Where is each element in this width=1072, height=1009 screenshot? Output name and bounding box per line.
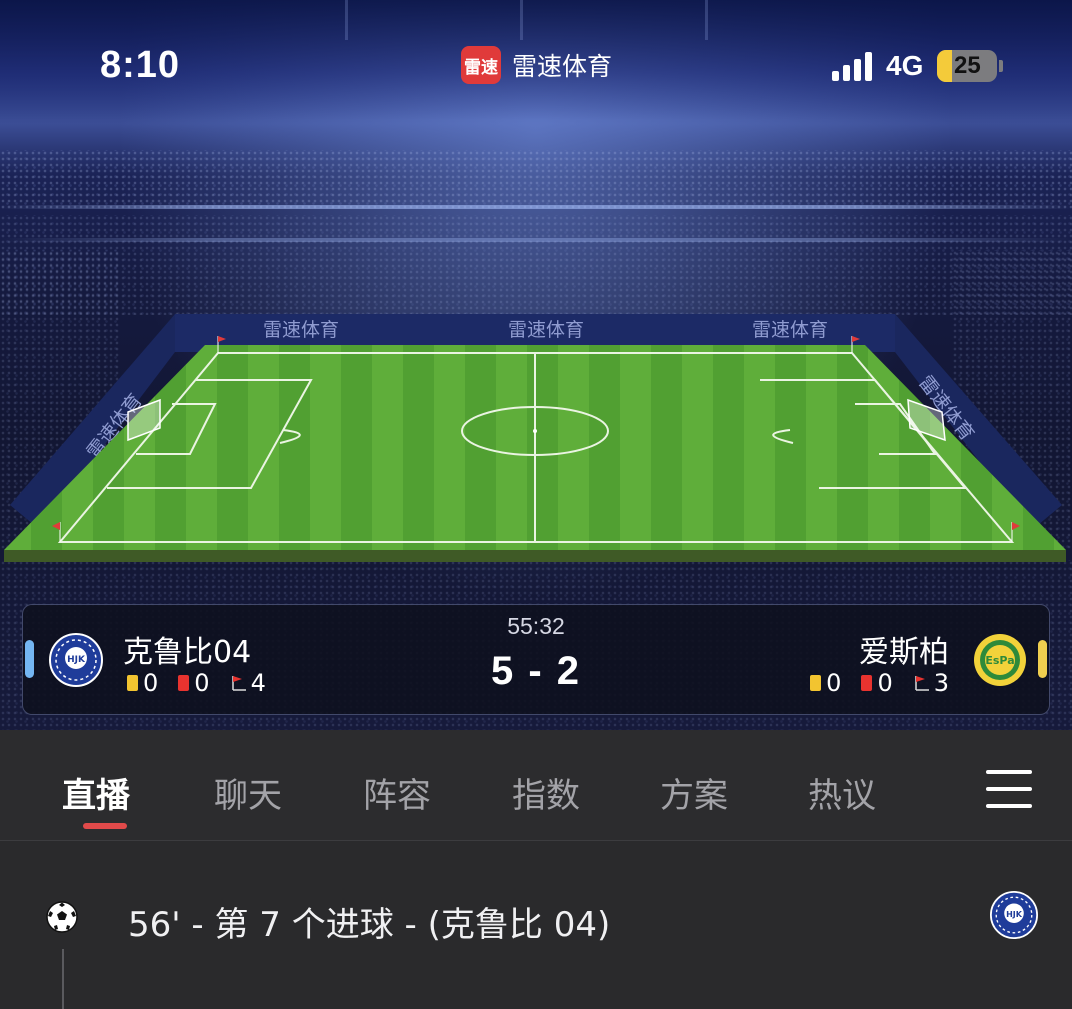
event-text: 56' - 第 7 个进球 - (克鲁比 04) (128, 905, 611, 945)
battery-tip (999, 60, 1004, 72)
tier-light (0, 238, 1072, 242)
board-text: 雷速体育 (263, 319, 339, 341)
away-color-bar (1038, 640, 1047, 678)
roof-beam (345, 0, 348, 40)
red-card-icon (861, 675, 873, 691)
live-feed: 56' - 第 7 个进球 - (克鲁比 04) HJK (0, 841, 1072, 1009)
tab-lineup[interactable]: 阵容 (363, 768, 431, 817)
away-red-cards: 0 (877, 669, 893, 697)
soccer-ball-icon (46, 901, 78, 933)
scoreboard: HJK 克鲁比04 0 0 4 55:32 5 - 2 爱斯柏 0 0 3 Es… (22, 604, 1050, 715)
away-corners: 3 (933, 669, 949, 697)
tab-bar: 直播 聊天 阵容 指数 方案 热议 (0, 730, 1072, 841)
menu-icon[interactable] (986, 770, 1032, 808)
status-indicators: 4G 25 (832, 50, 1004, 82)
football-pitch: 雷速体育 雷速体育 雷速体育 雷速体育 雷速体育 (4, 314, 1066, 562)
yellow-card-icon (810, 675, 822, 691)
app-logo-icon: 雷速 (461, 46, 501, 84)
signal-icon (832, 51, 872, 81)
timeline-line (62, 949, 64, 1009)
tab-discussion[interactable]: 热议 (808, 768, 876, 817)
roof-beam (520, 0, 523, 40)
active-tab-indicator (83, 823, 127, 829)
app-name: 雷速体育 (512, 52, 613, 81)
board-text: 雷速体育 (752, 319, 828, 341)
tab-odds[interactable]: 指数 (512, 768, 580, 817)
svg-text:EsPa: EsPa (985, 654, 1014, 667)
away-team-stats: 0 0 3 (810, 669, 949, 697)
status-time: 8:10 (100, 44, 181, 86)
battery-icon: 25 (937, 50, 998, 82)
away-team-name[interactable]: 爱斯柏 (859, 627, 949, 671)
battery-level: 25 (954, 52, 981, 79)
svg-text:HJK: HJK (1006, 910, 1023, 919)
tier-light (0, 205, 1072, 209)
tab-chat[interactable]: 聊天 (214, 768, 282, 817)
tab-plans[interactable]: 方案 (660, 768, 728, 817)
tab-live[interactable]: 直播 (62, 768, 130, 817)
board-text: 雷速体育 (508, 319, 584, 341)
espoo-crest-icon[interactable]: EsPa (973, 633, 1027, 687)
corner-kick-icon (914, 676, 929, 691)
crowd-upper (0, 150, 1072, 210)
app-brand: 雷速 雷速体育 (461, 46, 612, 84)
network-type: 4G (886, 50, 924, 81)
away-yellow-cards: 0 (826, 669, 842, 697)
roof-beam (705, 0, 708, 40)
hjk-crest-icon: HJK (990, 891, 1038, 939)
pitch-edge (4, 550, 1066, 562)
